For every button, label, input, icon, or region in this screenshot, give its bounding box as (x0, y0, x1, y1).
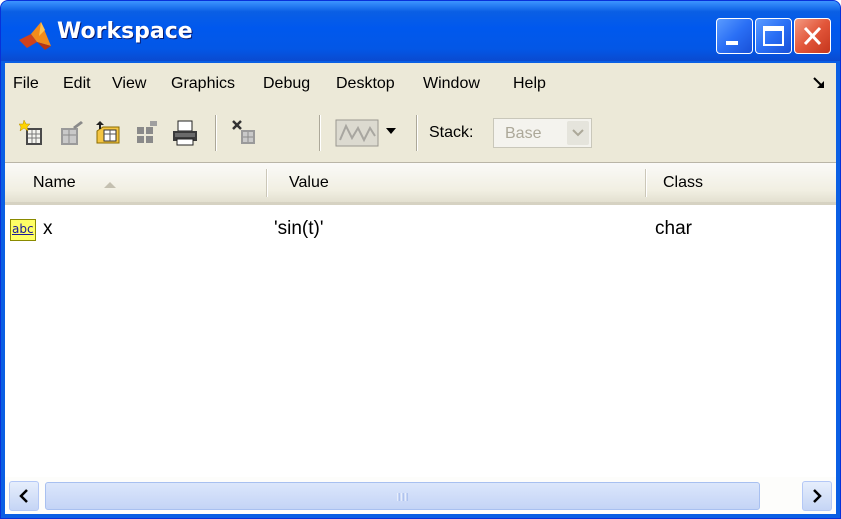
undock-arrow-icon[interactable] (812, 76, 826, 90)
open-selection-icon[interactable] (57, 119, 85, 147)
toolbar-separator (416, 115, 418, 151)
menu-file[interactable]: File (13, 71, 39, 97)
chevron-right-icon (813, 489, 822, 503)
toolbar-separator (319, 115, 321, 151)
scroll-left-button[interactable] (9, 481, 39, 511)
new-variable-icon[interactable] (19, 119, 47, 147)
menu-view[interactable]: View (112, 71, 146, 97)
window-title: Workspace (57, 19, 193, 44)
minimize-icon (726, 41, 738, 45)
char-variable-icon-text: abc (12, 222, 34, 236)
table-row[interactable]: abc x 'sin(t)' char (5, 211, 836, 241)
title-bar[interactable]: Workspace (1, 1, 840, 61)
variable-name: x (43, 218, 53, 239)
menu-edit[interactable]: Edit (63, 71, 91, 97)
sort-ascending-icon (104, 182, 116, 188)
stack-select[interactable]: Base (493, 118, 592, 148)
scroll-right-button[interactable] (802, 481, 832, 511)
dropdown-arrow-icon[interactable] (386, 127, 396, 135)
menu-window[interactable]: Window (423, 71, 480, 97)
char-variable-icon: abc (10, 219, 36, 241)
stack-label: Stack: (429, 124, 474, 141)
table-header: Name Value Class (5, 163, 836, 205)
stack-value: Base (505, 125, 542, 142)
horizontal-scrollbar[interactable] (5, 477, 836, 514)
column-header-class[interactable]: Class (663, 170, 703, 196)
chevron-down-icon (572, 129, 584, 137)
menu-bar: File Edit View Graphics Debug Desktop Wi… (5, 63, 836, 106)
maximize-icon (763, 26, 784, 46)
toolbar: Stack: Base (5, 105, 836, 163)
stack-dropdown-button[interactable] (567, 121, 589, 145)
matlab-logo-icon (19, 22, 51, 50)
column-divider[interactable] (645, 169, 647, 197)
variable-class: char (655, 218, 692, 239)
menu-help[interactable]: Help (513, 71, 546, 97)
workspace-window: Workspace File Edit View Graphics Debug … (0, 0, 841, 519)
menu-desktop[interactable]: Desktop (336, 71, 395, 97)
column-header-value[interactable]: Value (289, 170, 329, 196)
print-icon[interactable] (171, 119, 199, 147)
column-header-name[interactable]: Name (33, 170, 76, 196)
maximize-button[interactable] (755, 18, 792, 54)
plot-selection-icon[interactable] (335, 118, 379, 148)
import-data-icon[interactable] (95, 119, 123, 147)
variable-list: abc x 'sin(t)' char (5, 205, 836, 477)
delete-icon[interactable] (231, 119, 259, 147)
close-icon (803, 26, 822, 46)
close-button[interactable] (794, 18, 831, 54)
chevron-left-icon (19, 489, 28, 503)
save-icon[interactable] (133, 119, 161, 147)
variable-value: 'sin(t)' (274, 218, 324, 239)
scrollbar-grip-icon (397, 493, 408, 501)
minimize-button[interactable] (716, 18, 753, 54)
scrollbar-thumb[interactable] (45, 482, 760, 510)
menu-debug[interactable]: Debug (263, 71, 310, 97)
menu-graphics[interactable]: Graphics (171, 71, 235, 97)
toolbar-separator (215, 115, 217, 151)
column-divider[interactable] (266, 169, 268, 197)
